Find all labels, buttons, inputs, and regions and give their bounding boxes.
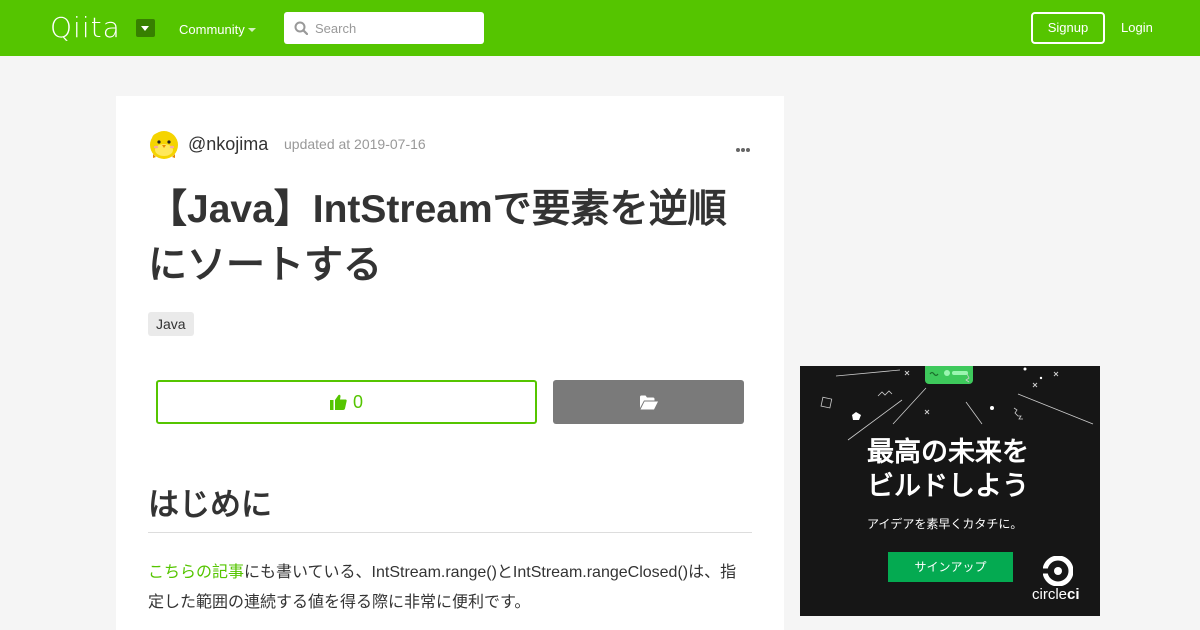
more-options-icon[interactable] xyxy=(736,139,752,152)
circleci-logo-icon xyxy=(1043,556,1073,586)
qiita-logo[interactable]: Qiita xyxy=(50,14,121,42)
ad-headline-1: 最高の未来を xyxy=(867,437,1029,468)
ad-signup-button[interactable]: サインアップ xyxy=(888,552,1013,582)
search-box[interactable] xyxy=(284,12,484,44)
search-icon xyxy=(294,21,308,35)
article-card: @nkojima updated at 2019-07-16 【Java】Int… xyxy=(116,96,784,630)
chevron-down-icon[interactable] xyxy=(248,28,256,32)
intro-paragraph: こちらの記事にも書いている、IntStream.range()とIntStrea… xyxy=(148,558,748,618)
community-menu[interactable]: Community xyxy=(179,22,245,38)
stock-button[interactable] xyxy=(553,380,744,424)
ad-subtitle: アイデアを素早くカタチに。 xyxy=(867,517,1023,531)
login-link[interactable]: Login xyxy=(1121,20,1153,36)
signup-button[interactable]: Signup xyxy=(1031,12,1105,44)
article-title: 【Java】IntStreamで要素を逆順にソートする xyxy=(148,188,727,287)
updated-date: updated at 2019-07-16 xyxy=(284,136,426,152)
circleci-logo-prefix: circle xyxy=(1032,586,1068,603)
top-header: Qiita Community Signup Login xyxy=(0,0,1200,56)
logo-dropdown-icon[interactable] xyxy=(136,19,155,37)
circleci-ad[interactable]: 最高の未来を ビルドしよう アイデアを素早くカタチに。 サインアップ circl… xyxy=(800,366,1100,616)
like-button[interactable]: 0 xyxy=(156,380,537,424)
circleci-logo-text: circleci xyxy=(1032,586,1080,604)
section-heading: はじめに xyxy=(148,488,752,533)
author-avatar[interactable] xyxy=(148,128,180,160)
circleci-logo-suffix: ci xyxy=(1067,586,1080,603)
tag-java[interactable]: Java xyxy=(148,312,194,336)
author-username[interactable]: @nkojima xyxy=(188,133,268,155)
search-input[interactable] xyxy=(315,12,475,44)
ad-headline-2: ビルドしよう xyxy=(867,471,1029,502)
thumbs-up-icon xyxy=(329,394,347,410)
article-link[interactable]: こちらの記事 xyxy=(148,564,244,581)
folder-open-icon xyxy=(639,395,658,409)
like-count: 0 xyxy=(352,391,363,412)
